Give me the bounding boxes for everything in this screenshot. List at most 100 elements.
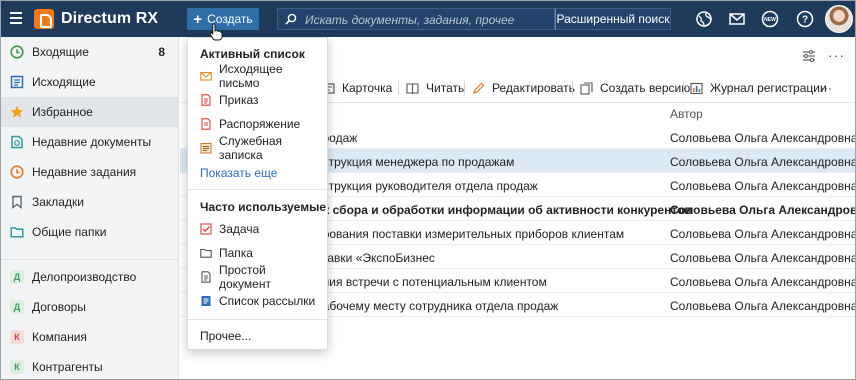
top-bar: Directum RX + Создать Искать документы, … [1, 1, 855, 37]
app-window: Directum RX + Создать Искать документы, … [0, 0, 856, 380]
menu-item-outgoing-letter[interactable]: Исходящее письмо [200, 62, 320, 90]
mouse-cursor-icon [209, 23, 223, 41]
menu-item-label: Задача [219, 222, 260, 236]
document-name: ения встречи с потенциальным клиентом [316, 275, 547, 289]
directive-icon [201, 118, 211, 130]
menu-item-label: Приказ [219, 93, 259, 107]
globe-icon[interactable] [695, 10, 713, 28]
folder-icon [10, 227, 24, 238]
sidebar-item-bookmarks[interactable]: Закладки [1, 187, 179, 217]
search-input[interactable]: Искать документы, задания, прочее [277, 8, 555, 30]
sidebar-module-contracts[interactable]: Д Договоры [1, 292, 179, 322]
plus-icon: + [193, 10, 203, 28]
create-version-icon [580, 81, 593, 95]
help-icon[interactable]: ? [796, 10, 814, 28]
registration-log-icon [690, 82, 703, 94]
document-name: ок сбора и обработки информации об актив… [316, 203, 692, 217]
show-more-link[interactable]: Показать еще [200, 166, 277, 180]
document-name: ирования поставки измерительных приборов… [316, 227, 625, 241]
edit-button[interactable]: Редактировать [472, 81, 575, 95]
sidebar-module-counterparties[interactable]: К Контрагенты [1, 352, 179, 379]
sidebar-item-favorites[interactable]: Избранное [1, 97, 179, 127]
toolbar-divider [572, 81, 573, 95]
search-icon [285, 13, 297, 25]
module-letter-icon: К [10, 360, 24, 374]
sidebar-item-label: Компания [32, 330, 87, 344]
create-version-button[interactable]: Создать версию [580, 81, 690, 95]
card-button[interactable]: Карточка [322, 81, 392, 95]
document-author: Соловьева Ольга Александровна [670, 203, 856, 217]
book-icon [406, 82, 419, 94]
document-author: Соловьева Ольга Александровна [670, 179, 856, 193]
active-list-header: Активный список [200, 47, 305, 61]
toolbar-divider [683, 81, 684, 95]
read-button[interactable]: Читать [406, 81, 464, 95]
advanced-search-button[interactable]: Расширенный поиск [555, 8, 671, 30]
sidebar-item-label: Избранное [32, 105, 93, 119]
sidebar-item-label: Закладки [32, 195, 84, 209]
list-settings-icon[interactable] [802, 49, 816, 63]
sidebar-item-label: Входящие [32, 45, 89, 59]
star-icon [10, 105, 24, 118]
folder-icon [200, 248, 212, 258]
inbox-icon [10, 45, 24, 59]
inbox-count-badge: 8 [158, 45, 165, 59]
sidebar-item-label: Недавние документы [32, 135, 152, 149]
toolbar-divider [398, 81, 399, 95]
order-icon [201, 94, 211, 106]
menu-item-other[interactable]: Прочее... [200, 326, 320, 346]
sidebar: Входящие 8 Исходящие Избранное Недавние … [1, 37, 179, 379]
document-author: Соловьева Ольга Александровна [670, 299, 856, 313]
svg-text:?: ? [802, 15, 808, 26]
menu-item-directive[interactable]: Распоряжение [200, 114, 320, 134]
sidebar-divider [1, 259, 179, 260]
create-button[interactable]: + Создать [187, 8, 259, 30]
recent-docs-icon [11, 135, 23, 149]
menu-divider [188, 189, 327, 190]
menu-item-label: Список рассылки [219, 294, 316, 308]
create-version-label: Создать версию [600, 81, 691, 95]
sidebar-item-inbox[interactable]: Входящие 8 [1, 37, 179, 67]
document-author: Соловьева Ольга Александровна [670, 251, 856, 265]
document-name: ставки «ЭкспоБизнес [316, 251, 435, 265]
sidebar-item-shared-folders[interactable]: Общие папки [1, 217, 179, 247]
sidebar-item-outbox[interactable]: Исходящие [1, 67, 179, 97]
directum-logo-icon [34, 9, 54, 29]
menu-item-task[interactable]: Задача [200, 219, 320, 239]
bookmark-icon [12, 195, 22, 209]
sidebar-module-records-management[interactable]: Д Делопроизводство [1, 262, 179, 292]
menu-item-folder[interactable]: Папка [200, 243, 320, 263]
document-author: Соловьева Ольга Александровна [670, 155, 856, 169]
outbox-icon [10, 75, 24, 89]
registration-log-button[interactable]: Журнал регистрации [690, 81, 827, 95]
menu-item-memo[interactable]: Служебная записка [200, 134, 320, 162]
more-options-icon[interactable]: ··· [828, 47, 845, 63]
create-dropdown-menu: Активный список Исходящее письмо Приказ … [187, 37, 328, 350]
simple-document-icon [201, 271, 211, 283]
document-author: Соловьева Ольга Александровна [670, 131, 856, 145]
column-header-author[interactable]: Автор [670, 107, 703, 121]
app-title: Directum RX [61, 10, 159, 27]
menu-item-label: Исходящее письмо [219, 62, 283, 90]
sidebar-module-company[interactable]: К Компания [1, 322, 179, 352]
menu-item-label: Простой документ [219, 263, 271, 291]
sidebar-item-label: Договоры [32, 300, 86, 314]
mail-icon[interactable] [728, 10, 746, 28]
menu-item-label: Распоряжение [219, 117, 301, 131]
task-icon [200, 223, 212, 235]
menu-item-label: Папка [219, 246, 253, 260]
sidebar-item-recent-documents[interactable]: Недавние документы [1, 127, 179, 157]
memo-icon [200, 143, 212, 154]
sidebar-item-recent-tasks[interactable]: Недавние задания [1, 157, 179, 187]
menu-item-simple-document[interactable]: Простой документ [200, 263, 320, 291]
user-avatar[interactable] [825, 5, 853, 33]
menu-icon[interactable] [10, 12, 22, 24]
module-letter-icon: К [10, 330, 24, 344]
new-badge-icon[interactable]: NEW [761, 10, 779, 28]
menu-item-order[interactable]: Приказ [200, 90, 320, 110]
card-button-label: Карточка [342, 81, 393, 95]
module-letter-icon: Д [10, 270, 24, 284]
toolbar-more-button[interactable]: ··· [820, 81, 832, 95]
menu-item-mailing-list[interactable]: Список рассылки [200, 291, 320, 311]
new-badge-text: NEW [764, 17, 776, 23]
